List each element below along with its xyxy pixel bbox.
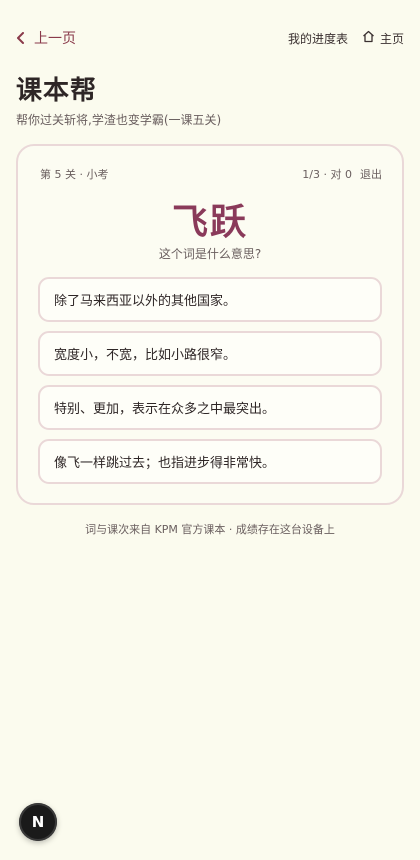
chevron-left-icon — [16, 32, 26, 44]
quiz-word: 飞跃 — [171, 202, 248, 243]
home-label: 主页 — [379, 31, 404, 46]
quiz-card: 第 5 关 · 小考 1/3 · 对 0 退出 飞跃 这个词是什么意思? 除了马… — [16, 144, 404, 505]
app-page: 上一页 我的进度表 主页 课本帮 帮你过关斩将,学渣也变学霸(一课五关) 第 5… — [0, 0, 420, 860]
quiz-card-header: 第 5 关 · 小考 1/3 · 对 0 退出 — [40, 166, 382, 182]
answer-option[interactable]: 除了马来西亚以外的其他国家。 — [38, 277, 382, 322]
quiz-status: 1/3 · 对 0 退出 — [302, 166, 382, 182]
n-logo-icon: N — [31, 813, 45, 831]
footer-note: 词与课次来自 KPM 官方课本 · 成绩存在这台设备上 — [85, 523, 335, 536]
answer-option[interactable]: 宽度小，不宽，比如小路很窄。 — [38, 331, 382, 376]
progress-text: 1/3 · 对 0 — [302, 168, 352, 181]
answer-options: 除了马来西亚以外的其他国家。 宽度小，不宽，比如小路很窄。 特别、更加，表示在众… — [38, 277, 382, 493]
page-subtitle: 帮你过关斩将,学渣也变学霸(一课五关) — [16, 113, 222, 127]
home-link[interactable]: 主页 — [362, 30, 404, 47]
exit-button[interactable]: 退出 — [360, 166, 382, 182]
answer-option[interactable]: 像飞一样跳过去；也指进步得非常快。 — [38, 439, 382, 484]
top-nav: 上一页 我的进度表 主页 — [16, 26, 404, 50]
home-icon — [362, 30, 375, 46]
level-label: 第 5 关 · 小考 — [40, 168, 109, 181]
page-title: 课本帮 — [16, 76, 98, 106]
back-button[interactable]: 上一页 — [16, 28, 76, 48]
nav-links: 我的进度表 主页 — [288, 30, 404, 47]
back-label: 上一页 — [34, 31, 76, 47]
progress-link[interactable]: 我的进度表 — [288, 30, 348, 47]
quiz-question: 这个词是什么意思? — [158, 247, 262, 261]
answer-option[interactable]: 特别、更加，表示在众多之中最突出。 — [38, 385, 382, 430]
dev-tools-button[interactable]: N — [19, 803, 57, 841]
progress-label: 我的进度表 — [287, 31, 348, 46]
